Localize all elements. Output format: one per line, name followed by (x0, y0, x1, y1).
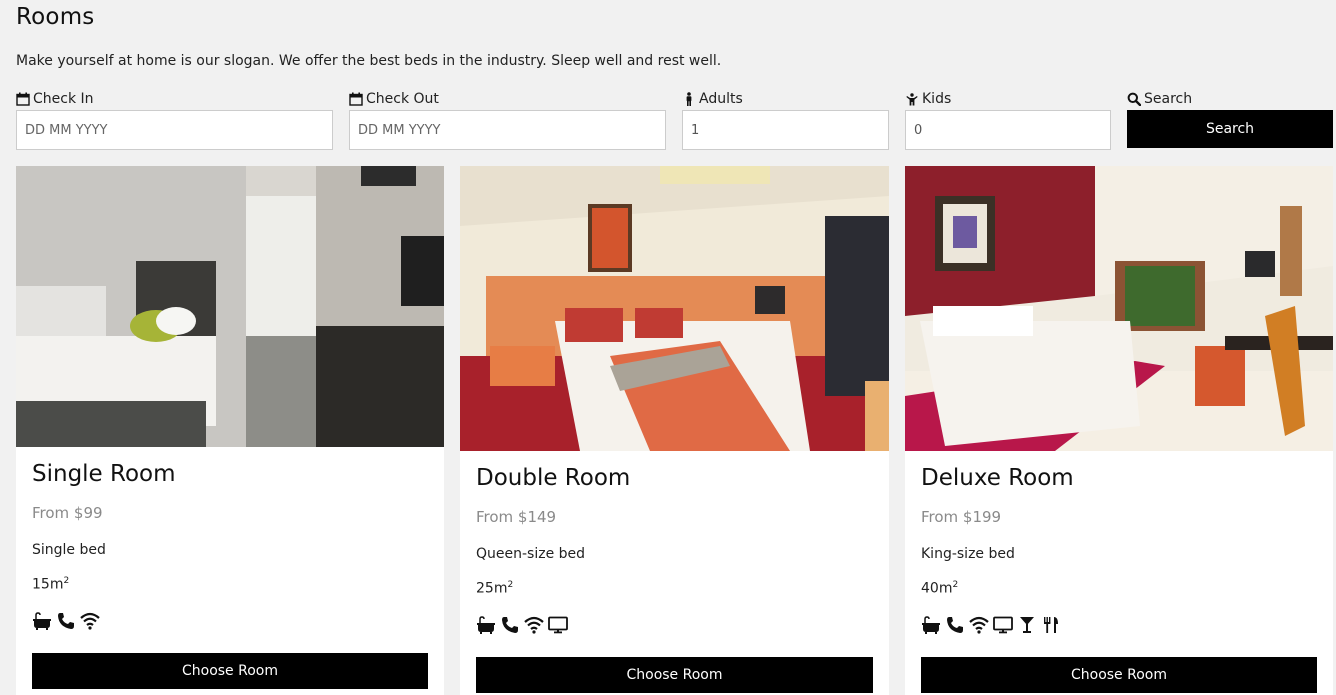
room-name: Deluxe Room (921, 465, 1074, 491)
male-icon (686, 92, 692, 106)
calendar-icon (349, 92, 363, 106)
wifi-icon (524, 616, 544, 634)
room-size: 25m2 (476, 580, 514, 597)
kids-field: Kids (905, 90, 1111, 150)
rooms-page: Rooms Make yourself at home is our sloga… (0, 0, 1336, 695)
room-size: 40m2 (921, 580, 959, 597)
room-photo[interactable] (905, 166, 1333, 451)
bath-icon (476, 615, 496, 634)
search-button[interactable]: Search (1127, 110, 1333, 148)
room-size: 15m2 (32, 576, 70, 593)
room-amenities (32, 611, 428, 631)
bath-icon (32, 611, 52, 630)
wifi-icon (80, 612, 100, 630)
wifi-icon (969, 616, 989, 634)
cocktail-icon (1017, 616, 1037, 634)
adults-input[interactable] (682, 110, 889, 150)
cutlery-icon (1041, 616, 1061, 634)
room-name: Double Room (476, 465, 631, 491)
phone-icon (500, 616, 520, 634)
check-in-input[interactable] (16, 110, 333, 150)
room-name: Single Room (32, 461, 176, 487)
bath-icon (921, 615, 941, 634)
check-in-label: Check In (33, 91, 94, 107)
room-card-double: Double Room From $149 Queen-size bed 25m… (460, 166, 889, 695)
search-icon (1127, 92, 1141, 106)
room-price: From $99 (32, 504, 103, 522)
check-out-label: Check Out (366, 91, 439, 107)
tv-icon (993, 616, 1013, 634)
tv-icon (548, 616, 568, 634)
check-in-field: Check In (16, 90, 333, 150)
check-out-field: Check Out (349, 90, 666, 150)
phone-icon (945, 616, 965, 634)
calendar-icon (16, 92, 30, 106)
room-bed: Queen-size bed (476, 546, 586, 562)
room-card-deluxe: Deluxe Room From $199 King-size bed 40m2… (905, 166, 1333, 695)
choose-room-button[interactable]: Choose Room (921, 656, 1317, 693)
room-price: From $199 (921, 508, 1002, 526)
room-bed: King-size bed (921, 546, 1015, 562)
page-title: Rooms (16, 4, 95, 30)
choose-room-button[interactable]: Choose Room (476, 656, 873, 693)
page-slogan: Make yourself at home is our slogan. We … (16, 53, 722, 69)
adults-field: Adults (682, 90, 889, 150)
choose-room-button[interactable]: Choose Room (32, 652, 428, 689)
search-label: Search (1144, 91, 1193, 107)
check-out-input[interactable] (349, 110, 666, 150)
room-amenities (921, 615, 1317, 635)
room-price: From $149 (476, 508, 557, 526)
child-icon (906, 93, 918, 106)
kids-input[interactable] (905, 110, 1111, 150)
room-photo[interactable] (16, 166, 444, 447)
room-photo[interactable] (460, 166, 889, 451)
phone-icon (56, 612, 76, 630)
kids-label: Kids (922, 91, 952, 107)
search-field: Search Search (1127, 90, 1333, 148)
room-amenities (476, 615, 873, 635)
room-bed: Single bed (32, 542, 106, 558)
adults-label: Adults (699, 91, 743, 107)
room-card-single: Single Room From $99 Single bed 15m2 Cho… (16, 166, 444, 695)
